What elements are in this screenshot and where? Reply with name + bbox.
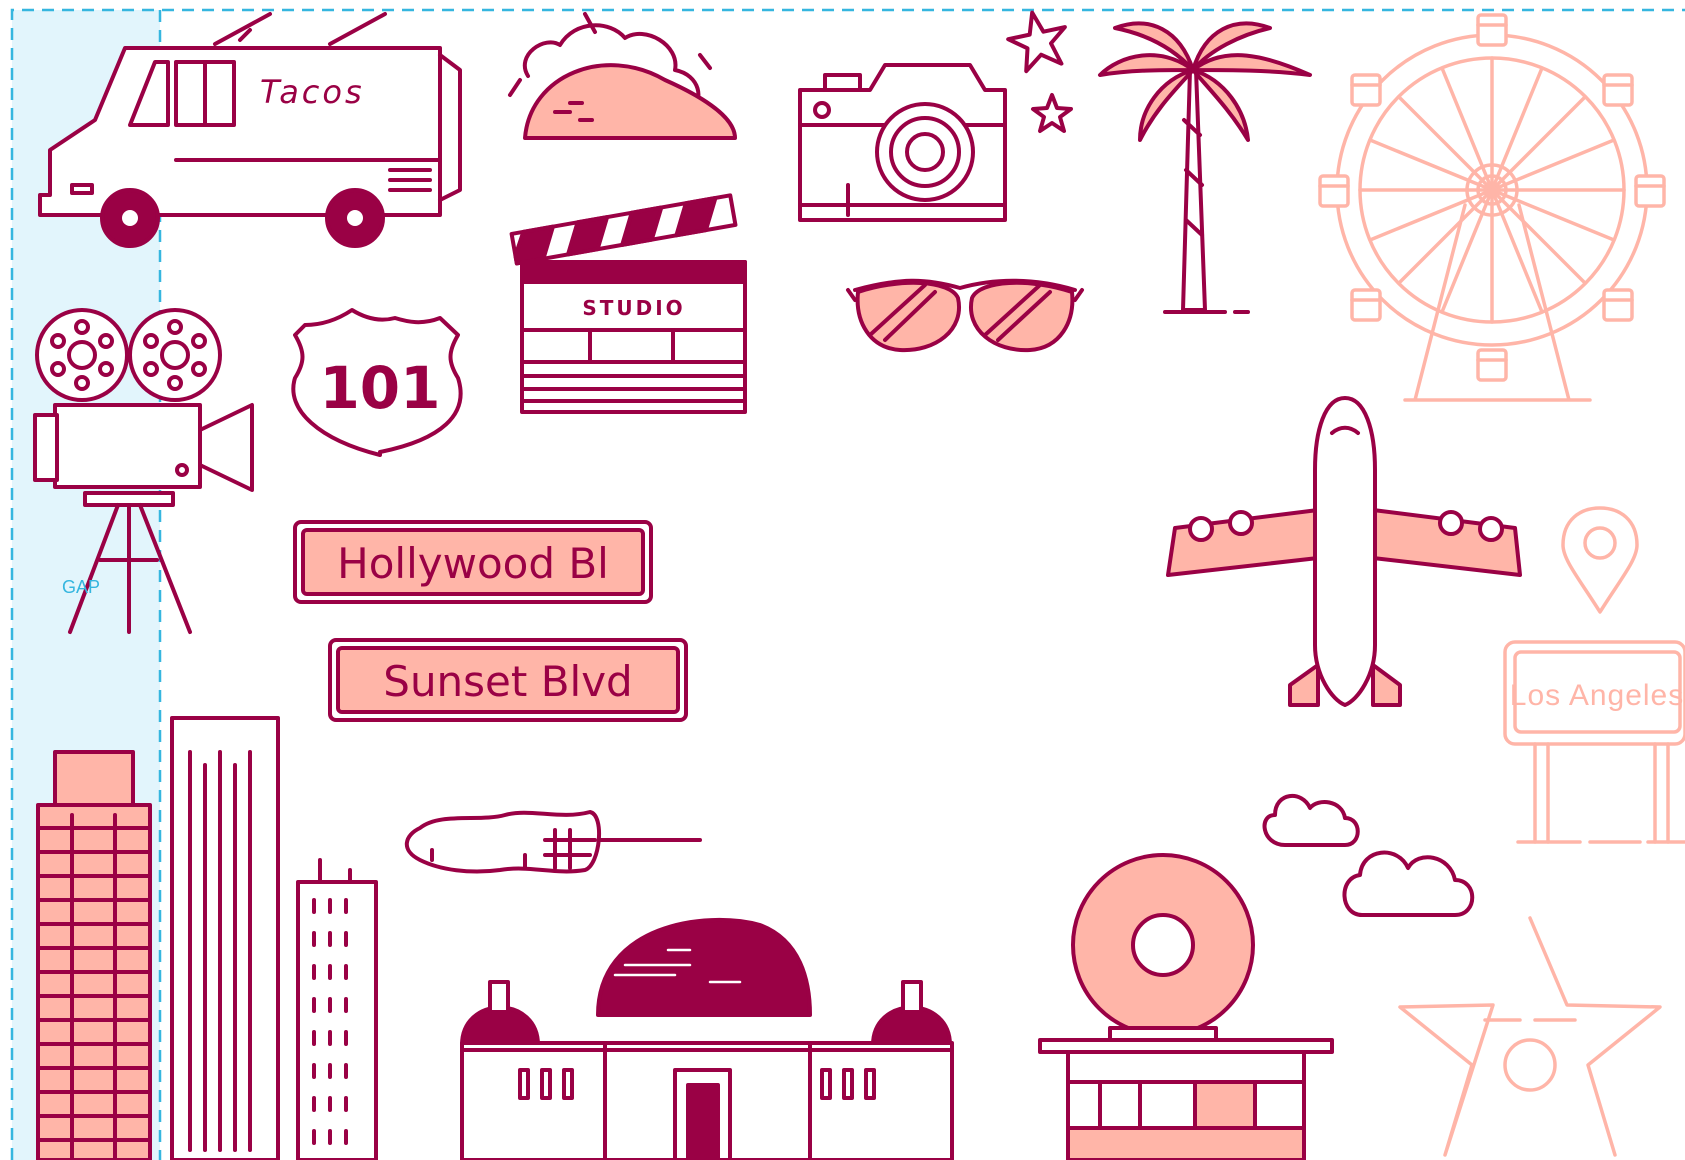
palm-tree-icon — [1098, 21, 1312, 314]
hollywood-sign-text: Hollywood Bl — [337, 539, 609, 588]
los-angeles-text: Los Angeles — [1510, 679, 1684, 712]
camera-icon — [798, 63, 1007, 222]
donut-shop-icon — [1038, 853, 1334, 1160]
sunglasses-icon — [846, 278, 1084, 353]
route-shield-icon: 101 — [291, 308, 463, 457]
skyscraper-icon — [36, 716, 378, 1160]
la-icon-artboard: Tacos GAP 101 STUDIO Hollywood Bl Sunset… — [10, 8, 1685, 1160]
route-number: 101 — [319, 354, 440, 422]
clapperboard-label: STUDIO — [582, 296, 685, 320]
road-sign-icon: Sunset Blvd — [328, 638, 688, 722]
billboard-icon: Los Angeles — [1503, 640, 1685, 844]
popsicle-icon — [404, 810, 702, 874]
clapperboard-icon: STUDIO — [509, 193, 747, 414]
ferris-wheel-icon — [1318, 13, 1666, 402]
stars-icon — [1006, 10, 1073, 133]
sunset-sign-text: Sunset Blvd — [383, 657, 632, 706]
walk-of-fame-star-icon — [1398, 916, 1662, 1157]
food-truck-label: Tacos — [260, 73, 365, 111]
airplane-icon — [1166, 396, 1522, 707]
map-pin-icon — [1561, 506, 1639, 614]
gap-label: GAP — [62, 577, 100, 597]
street-sign-icon: Hollywood Bl — [293, 520, 653, 604]
taco-icon — [508, 12, 737, 140]
cloud-icon — [1262, 793, 1475, 917]
observatory-icon — [460, 918, 954, 1160]
